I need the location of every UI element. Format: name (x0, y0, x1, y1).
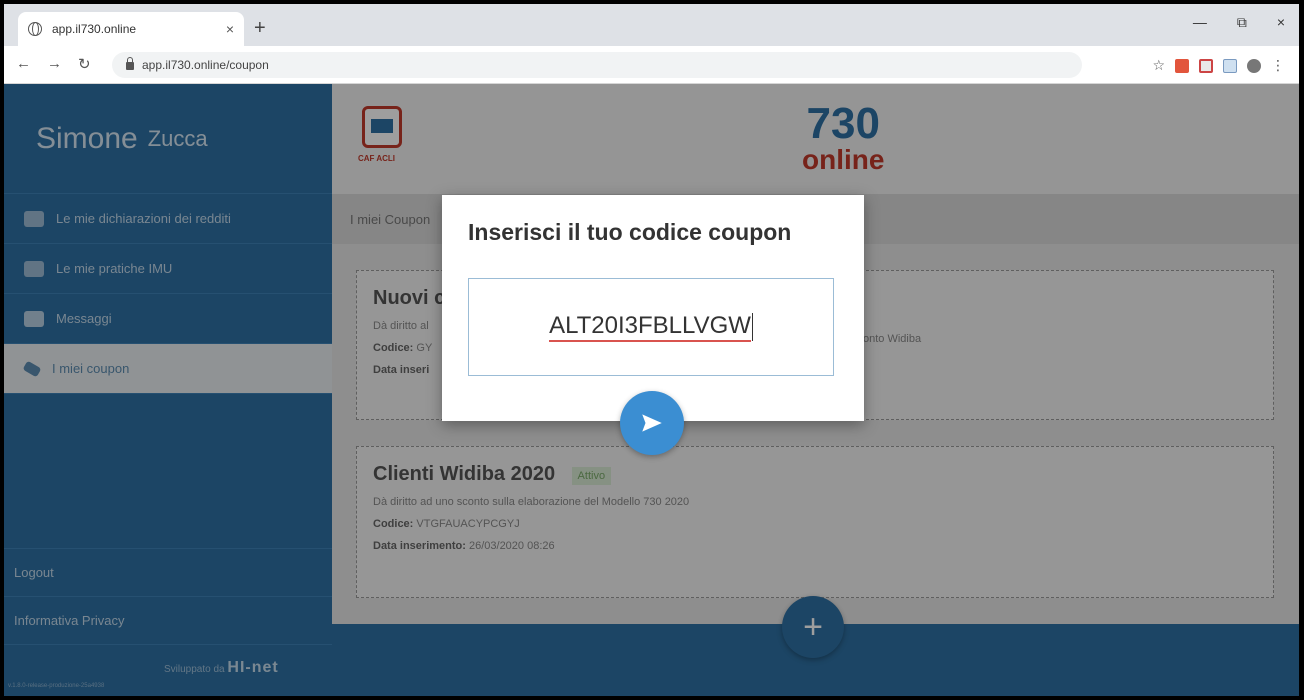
browser-window: app.il730.online × + — ⧉ × ← → ↻ app.il7… (4, 4, 1299, 696)
browser-tab[interactable]: app.il730.online × (18, 12, 244, 46)
extension-blue-icon[interactable] (1223, 58, 1237, 73)
restore-icon[interactable]: ⧉ (1237, 14, 1247, 31)
address-bar: ← → ↻ app.il730.online/coupon ☆ ⋮ (4, 46, 1299, 84)
more-menu-icon[interactable]: ⋮ (1271, 57, 1285, 74)
globe-icon (28, 22, 42, 36)
text-caret (751, 313, 753, 341)
url-text: app.il730.online/coupon (142, 58, 269, 72)
nav-buttons: ← → ↻ (16, 55, 91, 73)
star-icon[interactable]: ☆ (1152, 57, 1165, 74)
tab-title: app.il730.online (52, 22, 137, 36)
tab-bar: app.il730.online × + — ⧉ × (4, 4, 1299, 46)
minimize-icon[interactable]: — (1193, 14, 1207, 31)
back-icon[interactable]: ← (16, 55, 31, 73)
reload-icon[interactable]: ↻ (78, 55, 91, 73)
window-close-icon[interactable]: × (1277, 14, 1285, 31)
extension-red-icon[interactable] (1175, 58, 1189, 73)
send-button[interactable] (620, 391, 684, 455)
profile-avatar-icon[interactable] (1247, 58, 1261, 73)
forward-icon[interactable]: → (47, 55, 62, 73)
coupon-dialog: Inserisci il tuo codice coupon ALT20I3FB… (442, 195, 864, 421)
coupon-code-input[interactable]: ALT20I3FBLLVGW (468, 278, 834, 376)
tab-close-icon[interactable]: × (226, 21, 234, 37)
extension-pocket-icon[interactable] (1199, 58, 1213, 73)
coupon-code-value: ALT20I3FBLLVGW (549, 312, 751, 342)
extensions-area: ☆ ⋮ (1152, 57, 1285, 74)
lock-icon (126, 57, 134, 70)
new-tab-button[interactable]: + (254, 17, 266, 40)
url-field[interactable]: app.il730.online/coupon (112, 52, 1082, 78)
dialog-title: Inserisci il tuo codice coupon (468, 219, 792, 245)
window-controls: — ⧉ × (1193, 14, 1285, 31)
send-icon (642, 414, 662, 432)
